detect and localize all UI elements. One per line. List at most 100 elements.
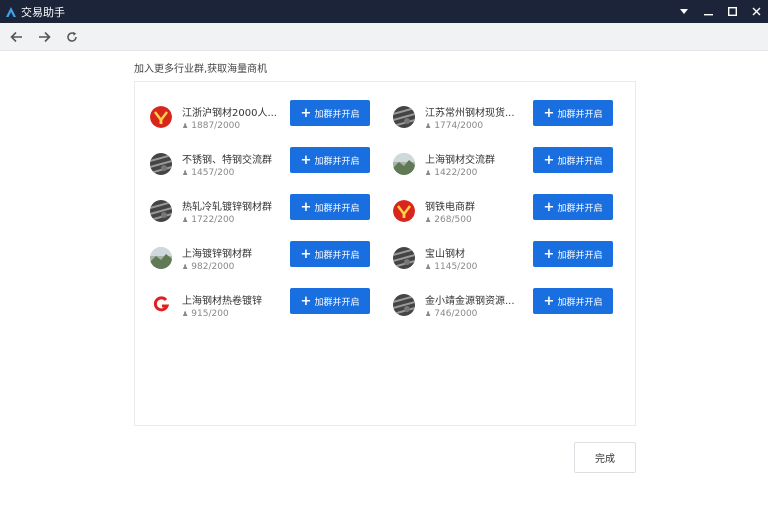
member-count: ♟ 746/2000	[425, 309, 477, 319]
person-icon: ♟	[425, 263, 432, 271]
member-count-value: 268/500	[434, 215, 472, 225]
person-icon: ♟	[425, 216, 432, 224]
person-icon: ♟	[182, 169, 189, 177]
done-button[interactable]: 完成	[574, 442, 636, 473]
member-count-value: 1722/200	[191, 215, 235, 225]
join-group-button[interactable]: + 加群并开启	[290, 288, 370, 314]
app-logo-icon	[4, 5, 18, 19]
group-list-item: 江浙沪钢材2000人... ♟ 1887/2000 + 加群并开启	[150, 100, 380, 140]
join-group-button[interactable]: + 加群并开启	[290, 100, 370, 126]
member-count: ♟ 1422/200	[425, 168, 477, 178]
group-avatar-steel-photo-icon	[150, 153, 172, 175]
plus-icon: +	[300, 246, 312, 262]
group-name: 热轧冷轧镀锌钢材群	[182, 202, 272, 213]
member-count: ♟ 1457/200	[182, 168, 234, 178]
join-button-label: 加群并开启	[314, 203, 360, 214]
minimize-icon[interactable]	[696, 0, 720, 23]
group-name: 上海镀锌钢材群	[182, 249, 252, 260]
close-icon[interactable]	[744, 0, 768, 23]
member-count-value: 1422/200	[434, 168, 478, 178]
join-group-button[interactable]: + 加群并开启	[290, 241, 370, 267]
join-button-label: 加群并开启	[557, 297, 603, 308]
group-name: 不锈钢、特钢交流群	[182, 155, 272, 166]
join-group-button[interactable]: + 加群并开启	[290, 147, 370, 173]
join-group-button[interactable]: + 加群并开启	[290, 194, 370, 220]
group-avatar-steel-photo-icon	[393, 247, 415, 269]
member-count: ♟ 982/2000	[182, 262, 234, 272]
group-name: 江苏常州钢材现货...	[425, 108, 515, 119]
group-avatar-steel-photo-icon	[393, 294, 415, 316]
member-count-value: 982/2000	[191, 262, 235, 272]
group-name: 钢铁电商群	[425, 202, 475, 213]
member-count-value: 1145/200	[434, 262, 478, 272]
group-list-item: 上海钢材热卷镀锌 ♟ 915/200 + 加群并开启	[150, 288, 380, 328]
group-list-item: 上海钢材交流群 ♟ 1422/200 + 加群并开启	[393, 147, 623, 187]
group-avatar-steel-photo-icon	[150, 200, 172, 222]
member-count: ♟ 268/500	[425, 215, 472, 225]
member-count-value: 1887/2000	[191, 121, 241, 131]
group-list-item: 热轧冷轧镀锌钢材群 ♟ 1722/200 + 加群并开启	[150, 194, 380, 234]
plus-icon: +	[543, 246, 555, 262]
back-arrow-icon[interactable]	[2, 23, 30, 50]
group-avatar-landscape-photo-icon	[393, 153, 415, 175]
person-icon: ♟	[425, 310, 432, 318]
forward-arrow-icon[interactable]	[30, 23, 58, 50]
page-heading: 加入更多行业群,获取海量商机	[134, 64, 268, 75]
group-name: 金小靖金源钢资源...	[425, 296, 515, 307]
join-group-button[interactable]: + 加群并开启	[533, 194, 613, 220]
group-list-item: 宝山钢材 ♟ 1145/200 + 加群并开启	[393, 241, 623, 281]
refresh-icon[interactable]	[58, 23, 86, 50]
member-count: ♟ 1145/200	[425, 262, 477, 272]
group-avatar-red-logo-icon	[393, 200, 415, 222]
person-icon: ♟	[182, 263, 189, 271]
dropdown-menu-icon[interactable]	[672, 0, 696, 23]
join-button-label: 加群并开启	[314, 250, 360, 261]
title-bar: 交易助手	[0, 0, 768, 23]
person-icon: ♟	[182, 310, 189, 318]
plus-icon: +	[543, 199, 555, 215]
plus-icon: +	[300, 152, 312, 168]
group-avatar-red-g-logo-icon	[150, 294, 172, 316]
join-button-label: 加群并开启	[557, 156, 603, 167]
person-icon: ♟	[182, 122, 189, 130]
plus-icon: +	[300, 105, 312, 121]
group-avatar-red-logo-icon	[150, 106, 172, 128]
maximize-icon[interactable]	[720, 0, 744, 23]
group-name: 宝山钢材	[425, 249, 465, 260]
join-group-button[interactable]: + 加群并开启	[533, 100, 613, 126]
plus-icon: +	[543, 293, 555, 309]
join-button-label: 加群并开启	[314, 109, 360, 120]
plus-icon: +	[300, 293, 312, 309]
group-name: 上海钢材热卷镀锌	[182, 296, 262, 307]
join-group-button[interactable]: + 加群并开启	[533, 241, 613, 267]
navigation-bar	[0, 23, 768, 51]
group-avatar-landscape-photo-icon	[150, 247, 172, 269]
member-count: ♟ 1887/2000	[182, 121, 240, 131]
window-title: 交易助手	[21, 5, 65, 19]
plus-icon: +	[543, 105, 555, 121]
member-count-value: 1457/200	[191, 168, 235, 178]
member-count: ♟ 1722/200	[182, 215, 234, 225]
group-list-item: 上海镀锌钢材群 ♟ 982/2000 + 加群并开启	[150, 241, 380, 281]
person-icon: ♟	[425, 122, 432, 130]
member-count-value: 915/200	[191, 309, 229, 319]
window-controls	[672, 0, 768, 23]
group-name: 江浙沪钢材2000人...	[182, 108, 277, 119]
join-group-button[interactable]: + 加群并开启	[533, 288, 613, 314]
member-count-value: 1774/2000	[434, 121, 484, 131]
plus-icon: +	[543, 152, 555, 168]
member-count: ♟ 915/200	[182, 309, 229, 319]
join-button-label: 加群并开启	[557, 250, 603, 261]
person-icon: ♟	[182, 216, 189, 224]
member-count: ♟ 1774/2000	[425, 121, 483, 131]
group-list-panel: 江浙沪钢材2000人... ♟ 1887/2000 + 加群并开启 江苏常州钢材现货...…	[134, 81, 636, 426]
group-list-item: 不锈钢、特钢交流群 ♟ 1457/200 + 加群并开启	[150, 147, 380, 187]
join-group-button[interactable]: + 加群并开启	[533, 147, 613, 173]
join-button-label: 加群并开启	[557, 109, 603, 120]
group-avatar-steel-photo-icon	[393, 106, 415, 128]
group-list-item: 金小靖金源钢资源... ♟ 746/2000 + 加群并开启	[393, 288, 623, 328]
person-icon: ♟	[425, 169, 432, 177]
join-button-label: 加群并开启	[314, 156, 360, 167]
join-button-label: 加群并开启	[557, 203, 603, 214]
plus-icon: +	[300, 199, 312, 215]
